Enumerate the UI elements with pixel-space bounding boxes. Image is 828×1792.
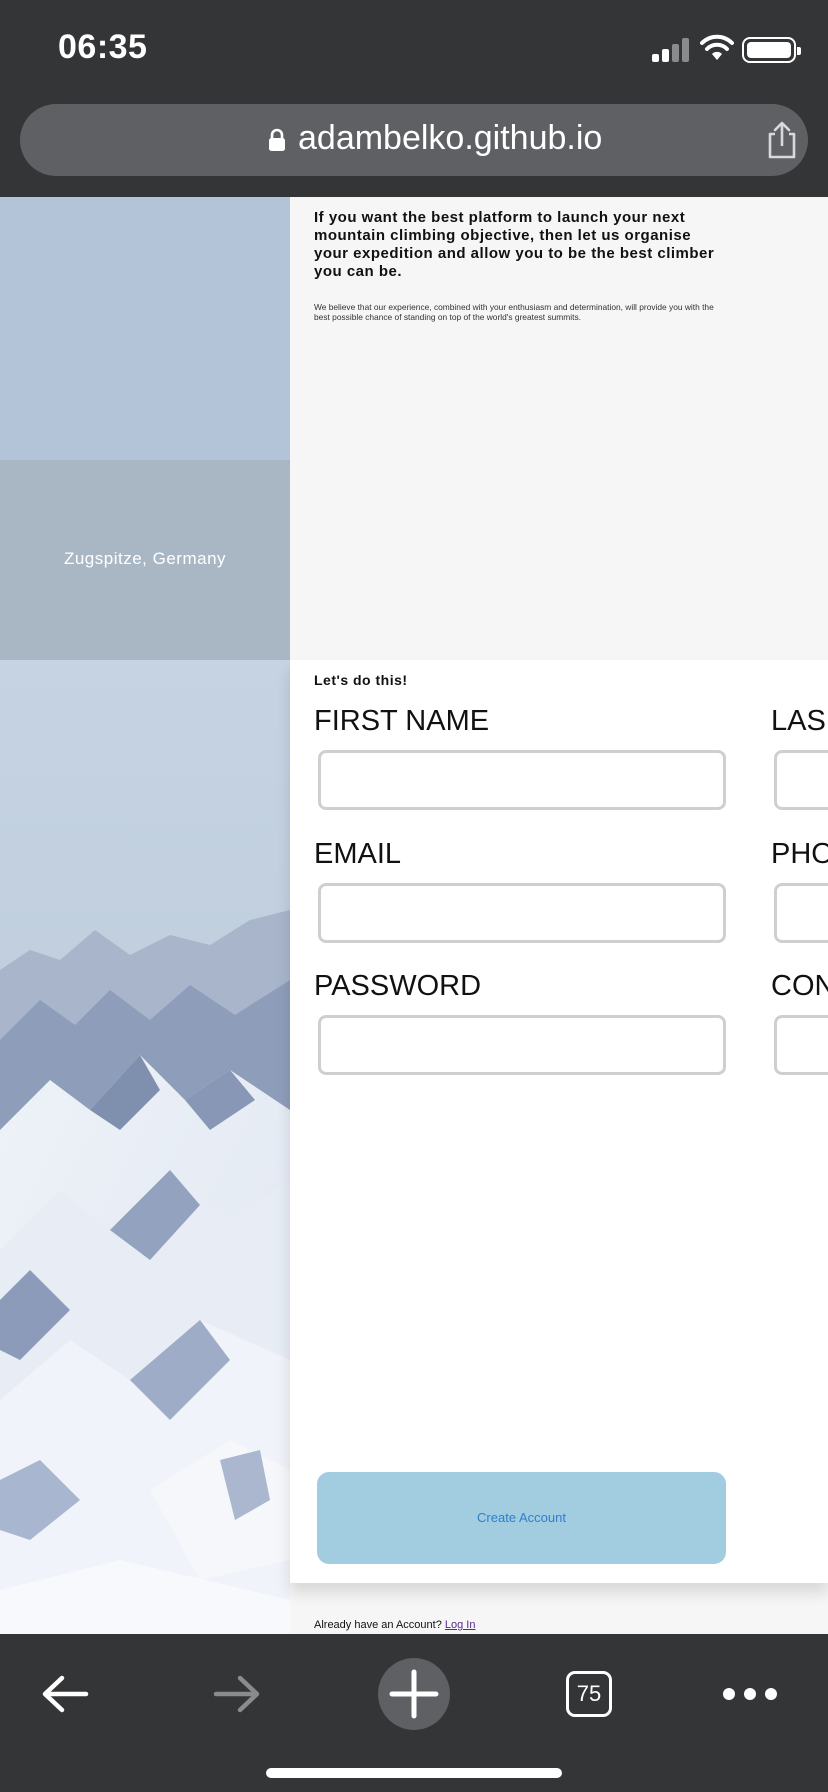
plus-icon: [389, 1669, 439, 1719]
back-arrow-icon[interactable]: [40, 1674, 90, 1714]
intro-headline: If you want the best platform to launch …: [314, 209, 715, 280]
email-label: EMAIL: [314, 838, 402, 870]
forward-arrow-icon[interactable]: [212, 1674, 262, 1714]
password-label: PASSWORD: [314, 970, 482, 1002]
battery-icon: [742, 37, 801, 63]
share-icon[interactable]: [764, 120, 800, 160]
login-link[interactable]: Log In: [445, 1619, 476, 1631]
confirm-password-input[interactable]: [774, 1015, 828, 1075]
home-indicator[interactable]: [266, 1768, 562, 1778]
browser-toolbar: 75: [0, 1634, 828, 1792]
wifi-icon: [700, 34, 734, 60]
image-caption: Zugspitze, Germany: [63, 549, 227, 568]
last-name-label: LAS: [771, 705, 826, 737]
phone-input[interactable]: [774, 883, 828, 943]
form-title: Let's do this!: [314, 672, 408, 688]
first-name-input[interactable]: [318, 750, 726, 810]
web-page: Zugspitze, Germany If you want the best …: [0, 197, 828, 1634]
hero-image-panel: Zugspitze, Germany: [0, 197, 290, 1634]
create-account-button[interactable]: Create Account: [315, 1470, 728, 1566]
intro-subtext: We believe that our experience, combined…: [314, 302, 714, 322]
mountain-photo: [0, 660, 290, 1634]
signal-icon: [652, 38, 690, 62]
more-icon[interactable]: [722, 1684, 778, 1704]
status-bar: 06:35: [0, 0, 828, 96]
login-prompt: Already have an Account? Log In: [314, 1619, 475, 1631]
new-tab-button[interactable]: [378, 1658, 450, 1730]
last-name-input[interactable]: [774, 750, 828, 810]
tabs-icon[interactable]: 75: [566, 1671, 612, 1717]
lock-icon: [269, 128, 285, 151]
email-input[interactable]: [318, 883, 726, 943]
confirm-password-label: CON: [771, 970, 828, 1002]
sky-background: [0, 197, 290, 460]
address-bar[interactable]: adambelko.github.io: [20, 104, 808, 176]
password-input[interactable]: [318, 1015, 726, 1075]
login-prompt-text: Already have an Account?: [314, 1619, 442, 1631]
first-name-label: FIRST NAME: [314, 705, 490, 737]
status-time: 06:35: [58, 28, 148, 66]
phone-label: PHO: [771, 838, 828, 870]
url-text[interactable]: adambelko.github.io: [298, 119, 602, 158]
